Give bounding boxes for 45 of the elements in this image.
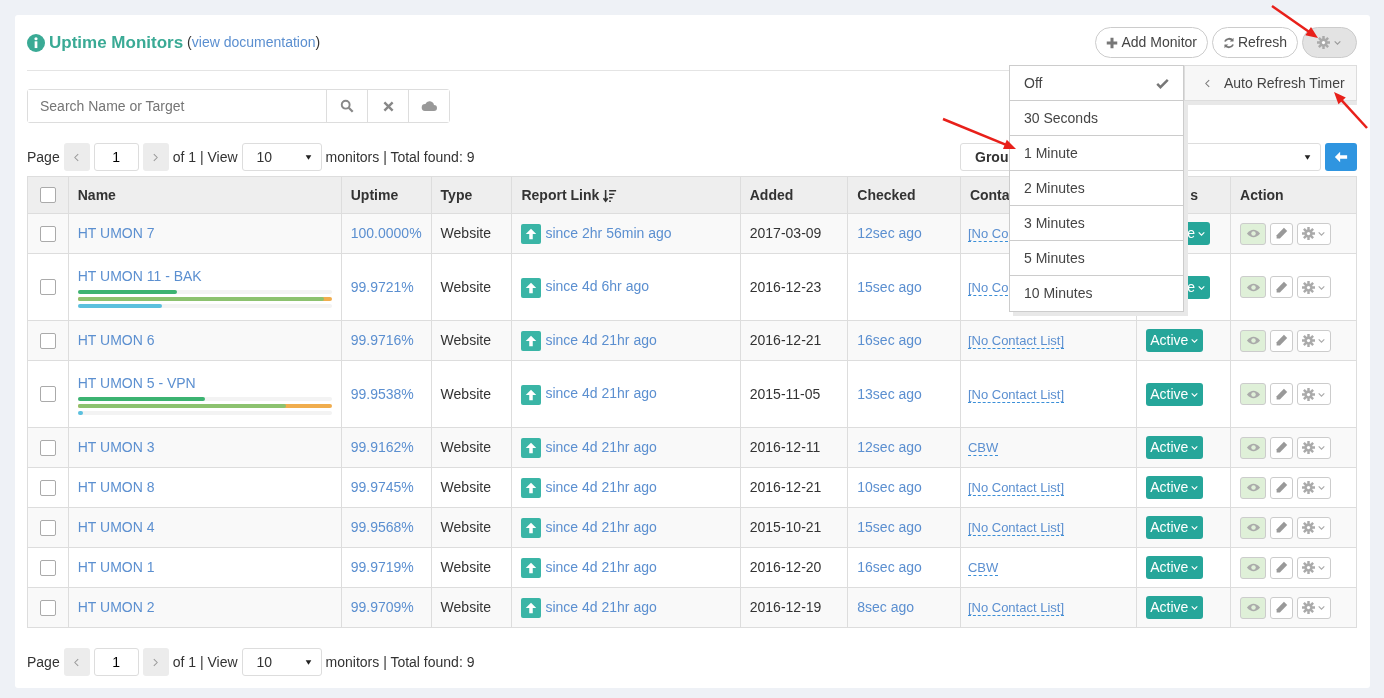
column-header: Action: [1230, 176, 1357, 214]
checked-time: 12sec ago: [857, 225, 922, 241]
uptime-value: 99.9716%: [350, 332, 414, 348]
checked-time: 12sec ago: [857, 439, 922, 455]
monitor-type: Website: [440, 332, 491, 348]
added-date: 2016-12-11: [749, 439, 821, 455]
checked-time: 13sec ago: [857, 385, 922, 402]
checked-time: 10sec ago: [857, 479, 922, 495]
page-label: Page: [27, 147, 60, 167]
monitor-type: Website: [440, 559, 491, 575]
added-date: 2016-12-21: [749, 479, 822, 495]
monitor-type: Website: [440, 599, 491, 615]
uptime-value: 99.9719%: [350, 559, 414, 575]
added-date: 2017-03-09: [749, 225, 822, 241]
added-date: 2015-11-05: [749, 385, 821, 402]
page-label: Page: [27, 652, 60, 672]
checked-time: 16sec ago: [857, 559, 922, 575]
uptime-value: 99.9745%: [350, 479, 414, 495]
total-found: monitors | Total found: 9: [325, 652, 475, 672]
monitor-type: Website: [440, 519, 491, 535]
checked-time: 8sec ago: [857, 599, 915, 615]
monitor-type: Website: [440, 479, 491, 495]
checked-time: 15sec ago: [857, 519, 922, 535]
uptime-value: 100.0000%: [350, 225, 422, 241]
monitor-type: Website: [440, 278, 491, 295]
total-found: monitors | Total found: 9: [325, 147, 475, 167]
added-date: 2016-12-19: [749, 599, 822, 615]
page-count: of 1 | View: [172, 652, 238, 672]
checked-time: 15sec ago: [857, 278, 922, 295]
added-date: 2015-10-21: [749, 519, 822, 535]
uptime-value: 99.9162%: [350, 439, 414, 455]
uptime-value: 99.9568%: [350, 519, 414, 535]
added-date: 2016-12-23: [749, 278, 822, 295]
documentation-note: (view documentation): [187, 33, 321, 52]
page-count: of 1 | View: [172, 147, 238, 167]
uptime-value: 99.9538%: [350, 385, 414, 402]
monitor-type: Website: [440, 439, 491, 455]
page-title: Uptime Monitors: [49, 31, 184, 54]
checked-time: 16sec ago: [857, 332, 922, 348]
uptime-value: 99.9721%: [350, 278, 414, 295]
added-date: 2016-12-21: [749, 332, 822, 348]
monitor-type: Website: [440, 225, 491, 241]
added-date: 2016-12-20: [749, 559, 822, 575]
monitor-type: Website: [440, 385, 491, 402]
uptime-value: 99.9709%: [350, 599, 414, 615]
